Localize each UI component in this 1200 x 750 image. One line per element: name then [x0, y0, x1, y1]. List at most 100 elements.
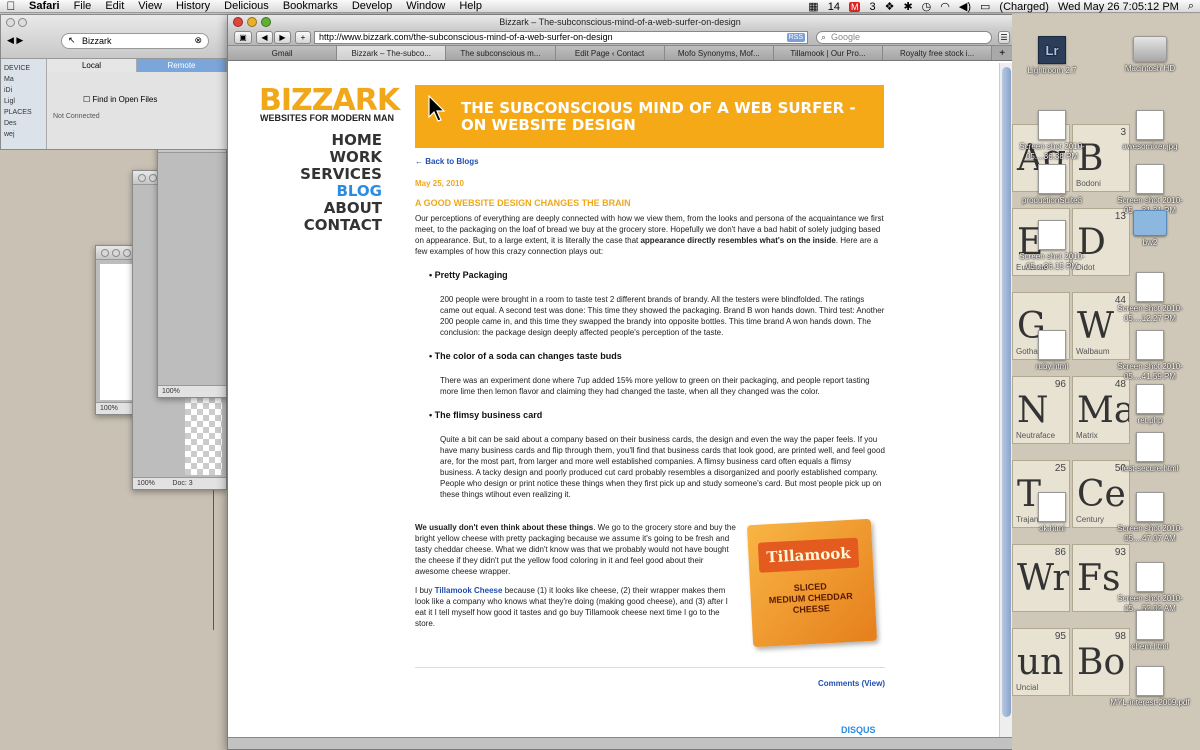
tab-tillamook[interactable]: Tillamook | Our Pro...	[773, 46, 884, 60]
gmail-icon[interactable]: M	[848, 1, 861, 12]
sidebar-toggle-icon[interactable]: ▣	[234, 31, 252, 44]
add-bookmark-icon[interactable]: +	[295, 31, 311, 44]
screenshot-icon[interactable]: Screen shot 2010-05....12.27 PM	[1110, 272, 1190, 324]
image-icon[interactable]: awesomixer.jpg	[1110, 110, 1190, 152]
html-icon[interactable]: ok.html	[1012, 492, 1092, 534]
menu-help[interactable]: Help	[452, 0, 489, 13]
tab-edit-page[interactable]: Edit Page ‹ Contact	[555, 46, 665, 60]
volume-icon[interactable]: ◀)	[959, 0, 971, 13]
screenshot-icon[interactable]: Screen shot 2010-05....47.07 AM	[1110, 492, 1190, 544]
comments-link[interactable]: Comments (View)	[415, 678, 885, 689]
apple-menu-icon[interactable]: 	[0, 0, 22, 13]
desktop-icon-label: productionSuite3	[1021, 196, 1083, 205]
spotlight-icon[interactable]: ⌕	[1188, 0, 1194, 13]
php-icon[interactable]: ret.php	[1110, 384, 1190, 426]
zoom-readout: 100%	[158, 385, 226, 397]
battery-status[interactable]: (Charged)	[999, 1, 1049, 13]
folder-icon[interactable]: bw2	[1110, 210, 1190, 248]
new-tab-icon[interactable]: +	[992, 46, 1012, 60]
bluetooth-icon[interactable]: ✱	[903, 0, 912, 13]
search-input[interactable]: ⌕ Google	[816, 31, 992, 44]
nav-contact[interactable]: CONTACT	[288, 217, 382, 234]
minimize-icon[interactable]	[247, 17, 257, 27]
post-content: ← Back to Blogs May 25, 2010 A GOOD WEBS…	[415, 156, 885, 689]
drive-icon[interactable]: Macintosh HD	[1110, 36, 1190, 74]
clear-search-icon[interactable]: ⊗	[194, 35, 202, 46]
cheese-p2-start: I buy	[415, 586, 435, 595]
forward-icon[interactable]: ▶	[274, 31, 291, 44]
notification-count[interactable]: 3	[869, 1, 875, 13]
type-cell: 95 un Uncial	[1012, 628, 1070, 696]
dropbox-icon[interactable]: ❖	[885, 0, 895, 13]
screenshot-icon[interactable]: Screen shot 2010-05....41.59 PM	[1110, 330, 1190, 382]
menu-app-safari[interactable]: Safari	[22, 0, 67, 13]
menu-bookmarks[interactable]: Bookmarks	[276, 0, 345, 13]
disqus-logo[interactable]: DISQUS	[841, 725, 876, 735]
time-machine-icon[interactable]: ◷	[922, 0, 932, 13]
desktop-icon-label: bw2	[1142, 238, 1158, 247]
bookmarks-menu-icon[interactable]: ☰	[998, 31, 1010, 44]
sidebar-item[interactable]: Ligl	[4, 96, 43, 107]
sidebar-item[interactable]: Ma	[4, 74, 43, 85]
menu-file[interactable]: File	[67, 0, 99, 13]
tab-royalty-free[interactable]: Royalty free stock i...	[883, 46, 993, 60]
finder-window[interactable]: ◀ ▶ ↖ Bizzark ⊗ DEVICE Ma iDi Ligl PLACE…	[0, 14, 228, 150]
background-window-1[interactable]: 100%	[157, 138, 227, 398]
image-icon[interactable]: productionSuite3	[1012, 164, 1092, 206]
finder-search-field[interactable]: ↖ Bizzark ⊗	[61, 33, 209, 49]
close-icon[interactable]	[6, 18, 15, 27]
vertical-scrollbar[interactable]	[999, 63, 1012, 739]
close-icon[interactable]	[233, 17, 243, 27]
sidebar-item[interactable]: Des	[4, 118, 43, 129]
back-forward-icon[interactable]: ◀ ▶	[7, 35, 23, 46]
mail-count[interactable]: 14	[828, 1, 840, 13]
wifi-icon[interactable]: ◠	[940, 0, 950, 13]
zoom-icon[interactable]	[261, 17, 271, 27]
tab-gmail[interactable]: Gmail	[228, 46, 338, 60]
tab-mofo-synonyms[interactable]: Mofo Synonyms, Mof...	[664, 46, 774, 60]
minimize-icon[interactable]	[18, 18, 27, 27]
tab-bizzark[interactable]: Bizzark – The-subco...	[337, 46, 447, 60]
nav-work[interactable]: WORK	[288, 149, 382, 166]
nav-about[interactable]: ABOUT	[288, 200, 382, 217]
tab-remote[interactable]: Remote	[137, 59, 227, 72]
screenshot-icon[interactable]: Screen shot 2010-05....36.38 PM	[1012, 110, 1092, 162]
html-icon[interactable]: ruby.html	[1012, 330, 1092, 372]
screenshot-icon[interactable]: Screen shot 2010-05....31.31 PM	[1110, 164, 1190, 216]
menubar-clock[interactable]: Wed May 26 7:05:12 PM	[1058, 1, 1179, 13]
desktop-icon-label: Screen shot 2010-05....12.27 PM	[1117, 304, 1183, 323]
nav-blog[interactable]: BLOG	[288, 183, 382, 200]
safari-titlebar[interactable]: Bizzark – The-subconscious-mind-of-a-web…	[228, 15, 1012, 29]
nav-home[interactable]: HOME	[288, 132, 382, 149]
menu-delicious[interactable]: Delicious	[217, 0, 276, 13]
address-bar[interactable]: http://www.bizzark.com/the-subconscious-…	[314, 31, 808, 44]
pdf-icon[interactable]: MYL-interest-2009.pdf	[1110, 666, 1190, 708]
tab-subconscious[interactable]: The subconscious m...	[446, 46, 556, 60]
tab-local[interactable]: Local	[47, 59, 137, 72]
find-in-open-files[interactable]: ☐ Find in Open Files	[83, 95, 157, 104]
menu-history[interactable]: History	[169, 0, 217, 13]
checkbox-icon[interactable]: ☐	[83, 95, 90, 104]
back-icon[interactable]: ◀	[256, 31, 273, 44]
desktop-icon-label: ret.php	[1137, 416, 1163, 425]
rss-icon[interactable]: RSS	[786, 33, 805, 42]
tillamook-cheese-link[interactable]: Tillamook Cheese	[435, 586, 503, 595]
html-icon[interactable]: chem.html	[1110, 610, 1190, 652]
back-to-blogs-link[interactable]: ← Back to Blogs	[415, 156, 885, 167]
sidebar-item[interactable]: iDi	[4, 85, 43, 96]
menu-develop[interactable]: Develop	[345, 0, 399, 13]
calendar-icon[interactable]: ▦	[808, 0, 818, 13]
nav-services[interactable]: SERVICES	[288, 166, 382, 183]
menu-window[interactable]: Window	[399, 0, 452, 13]
menu-view[interactable]: View	[131, 0, 169, 13]
safari-window[interactable]: Bizzark – The-subconscious-mind-of-a-web…	[227, 14, 1013, 750]
html-icon[interactable]: test-secure.html	[1110, 432, 1190, 474]
scrollbar-thumb[interactable]	[1002, 67, 1011, 717]
screenshot-icon[interactable]: Screen shot 2010-05....52.02 AM	[1110, 562, 1190, 614]
battery-icon[interactable]: ▭	[980, 0, 990, 13]
screenshot-icon	[1136, 164, 1164, 194]
screenshot-icon[interactable]: Screen shot 2010-05....36.15 PM	[1012, 220, 1092, 272]
menu-edit[interactable]: Edit	[98, 0, 131, 13]
lightroom-icon[interactable]: Lr Lightroom 2.7	[1012, 36, 1092, 76]
sidebar-item[interactable]: wej	[4, 129, 43, 140]
